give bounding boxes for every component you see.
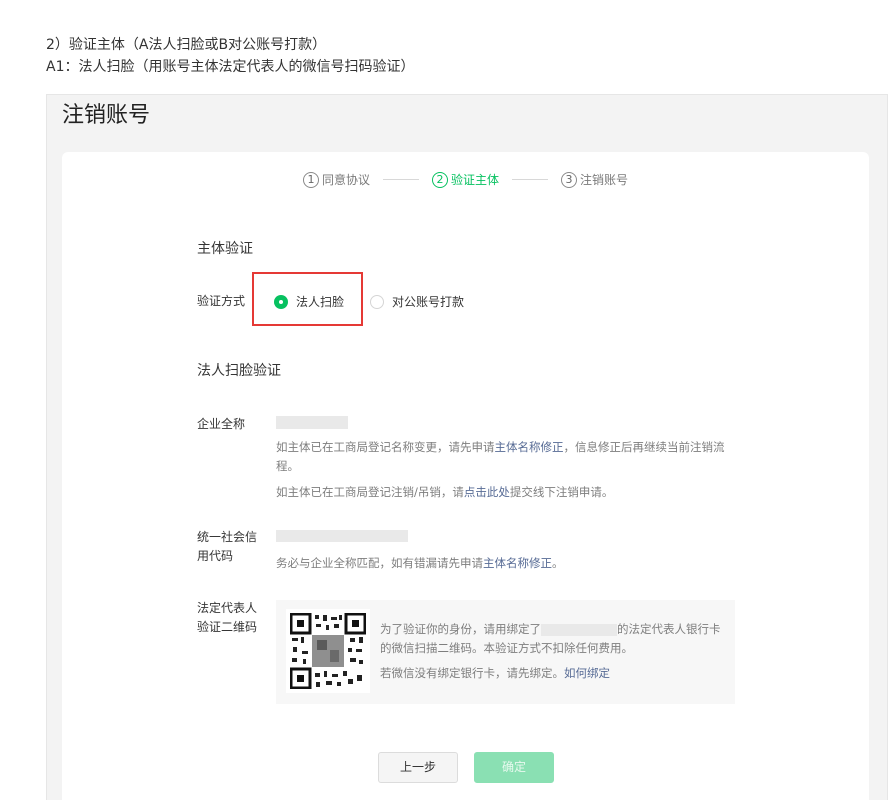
method-label: 验证方式 <box>197 294 246 308</box>
qr-label-line: 法定代表人 <box>197 601 258 615</box>
intro-line-1: 2）验证主体（A法人扫脸或B对公账号打款） <box>46 37 327 53</box>
step-divider <box>512 179 548 180</box>
step-cancel: 3 注销账号 <box>561 171 628 188</box>
radio-face-scan[interactable]: 法人扫脸 <box>274 293 344 310</box>
radio-face-scan-label: 法人扫脸 <box>296 295 345 309</box>
step-number-2: 2 <box>431 171 448 188</box>
section-subject-verify: 主体验证 <box>197 241 253 257</box>
radio-unchecked-icon[interactable] <box>370 294 384 309</box>
masked-name <box>541 623 617 636</box>
company-name-value-masked <box>276 416 348 429</box>
qr-description: 为了验证你的身份，请用绑定了 的法定代表人银行卡的微信扫描二维码。本验证方式不扣除… <box>380 620 730 683</box>
hint-text: 如主体已在工商局登记名称变更，请先申请 <box>276 440 495 454</box>
credit-code-hint: 务必与企业全称匹配，如有错漏请先申请主体名称修正。 <box>276 554 746 573</box>
name-correction-link[interactable]: 主体名称修正 <box>495 440 564 454</box>
name-correction-link[interactable]: 主体名称修正 <box>483 556 552 570</box>
radio-bank-transfer[interactable]: 对公账号打款 <box>370 293 464 310</box>
qr-code-icon <box>289 612 367 690</box>
qr-label: 法定代表人 验证二维码 <box>197 599 257 637</box>
intro-text: 2）验证主体（A法人扫脸或B对公账号打款） A1：法人扫脸（用账号主体法定代表人… <box>46 34 414 78</box>
step-label-agree: 同意协议 <box>321 173 370 187</box>
section-face-verify: 法人扫脸验证 <box>197 363 281 379</box>
hint-text: 如主体已在工商局登记注销/吊销，请 <box>276 485 464 499</box>
qr-text: 为了验证你的身份，请用绑定了 <box>380 622 541 636</box>
qr-verify-panel: 为了验证你的身份，请用绑定了 的法定代表人银行卡的微信扫描二维码。本验证方式不扣除… <box>276 600 735 704</box>
qr-label-line: 验证二维码 <box>197 620 258 634</box>
step-number-1: 1 <box>302 171 319 188</box>
step-agree: 1 同意协议 <box>302 171 370 188</box>
intro-line-2: A1：法人扫脸（用账号主体法定代表人的微信号扫码验证） <box>46 59 415 75</box>
step-divider <box>382 179 419 180</box>
hint-text: 务必与企业全称匹配，如有错漏请先申请 <box>276 556 483 570</box>
step-label-verify: 验证主体 <box>450 173 499 187</box>
how-to-bind-link[interactable]: 如何绑定 <box>564 666 610 680</box>
step-label-cancel: 注销账号 <box>580 173 629 187</box>
qr-description-line-1: 为了验证你的身份，请用绑定了 的法定代表人银行卡的微信扫描二维码。本验证方式不扣除… <box>380 620 730 658</box>
form-card: 1 同意协议 2 验证主体 3 注销账号 主体验证 验证方式 法人扫脸 对公账号… <box>62 152 869 800</box>
step-verify: 2 验证主体 <box>431 171 499 188</box>
qr-description-line-2: 若微信没有绑定银行卡，请先绑定。如何绑定 <box>380 664 730 683</box>
credit-code-label-line: 用代码 <box>197 549 234 563</box>
company-cancel-hint: 如主体已在工商局登记注销/吊销，请点击此处提交线下注销申请。 <box>276 483 746 502</box>
company-name-label: 企业全称 <box>197 417 246 431</box>
cancel-account-panel: 注销账号 1 同意协议 2 验证主体 3 注销账号 主体验证 验证方式 法人扫脸 <box>46 94 888 800</box>
credit-code-value-masked <box>276 530 408 542</box>
qr-code-image <box>286 609 370 693</box>
click-here-link[interactable]: 点击此处 <box>464 485 510 499</box>
prev-step-button[interactable]: 上一步 <box>378 752 458 783</box>
step-number-3: 3 <box>561 171 577 188</box>
company-name-hint: 如主体已在工商局登记名称变更，请先申请主体名称修正，信息修正后再继续当前注销流程… <box>276 438 746 476</box>
step-indicator: 1 同意协议 2 验证主体 3 注销账号 <box>62 171 869 188</box>
page-title: 注销账号 <box>62 103 151 128</box>
qr-text: 若微信没有绑定银行卡，请先绑定。 <box>380 666 564 680</box>
hint-text: 提交线下注销申请。 <box>509 485 614 499</box>
credit-code-label: 统一社会信 用代码 <box>197 528 257 566</box>
hint-text: 。 <box>552 556 564 570</box>
confirm-button[interactable]: 确定 <box>474 752 554 783</box>
radio-bank-transfer-label: 对公账号打款 <box>392 295 465 309</box>
credit-code-label-line: 统一社会信 <box>197 530 258 544</box>
radio-checked-icon[interactable] <box>274 294 288 309</box>
